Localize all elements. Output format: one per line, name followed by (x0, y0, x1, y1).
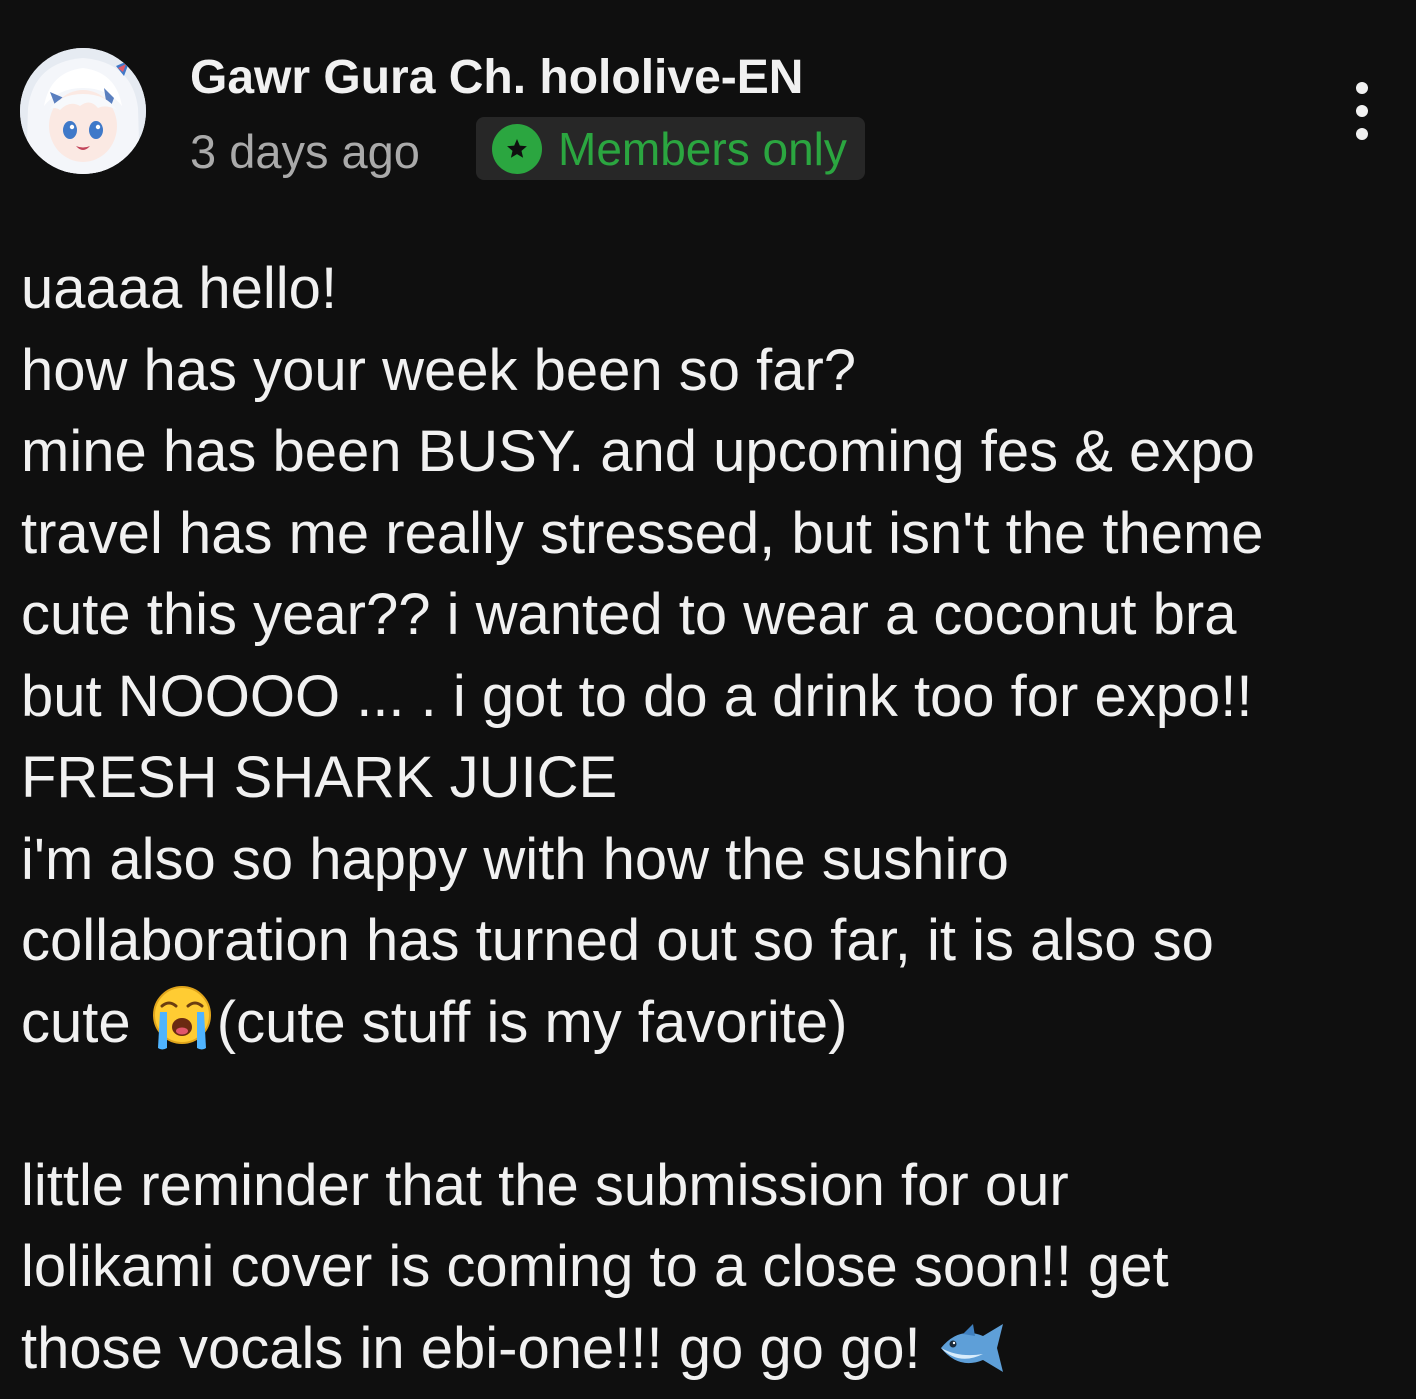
members-only-badge: Members only (476, 117, 865, 180)
more-vert-icon-dot (1356, 105, 1368, 117)
post-body-line: mine has been BUSY. and upcoming fes & e… (21, 411, 1391, 493)
star-icon (492, 124, 542, 174)
post-body-blank-line (21, 1063, 1391, 1145)
post-body-line-with-emoji: those vocals in ebi-one!!! go go go! (21, 1308, 1391, 1390)
more-vert-icon (1356, 82, 1368, 94)
post-body-line: but NOOOO ... . i got to do a drink too … (21, 656, 1391, 738)
community-post: Gawr Gura Ch. hololive-EN 3 days ago Mem… (0, 0, 1416, 1397)
loudly-crying-face-emoji (147, 982, 217, 1074)
channel-name[interactable]: Gawr Gura Ch. hololive-EN (190, 50, 803, 106)
channel-avatar[interactable] (20, 48, 146, 174)
post-body-line: FRESH SHARK JUICE (21, 737, 1391, 819)
post-body-text: those vocals in ebi-one!!! go go go! (21, 1316, 937, 1381)
post-body-line: cute this year?? i wanted to wear a coco… (21, 574, 1391, 656)
post-body-text: (cute stuff is my favorite) (217, 990, 848, 1055)
post-body-line-with-emoji: cute (cute stuff is my favorite) (21, 982, 1391, 1064)
post-body-line: uaaaa hello! (21, 248, 1391, 330)
more-options-button[interactable] (1334, 78, 1390, 144)
post-body-line: travel has me really stressed, but isn't… (21, 493, 1391, 575)
post-body-line: how has your week been so far? (21, 330, 1391, 412)
avatar-image (20, 48, 146, 174)
post-body-line: lolikami cover is coming to a close soon… (21, 1226, 1391, 1308)
more-vert-icon-dot (1356, 128, 1368, 140)
post-body: uaaaa hello! how has your week been so f… (21, 248, 1391, 1389)
post-body-text: cute (21, 990, 147, 1055)
post-body-line: i'm also so happy with how the sushiro (21, 819, 1391, 901)
post-timestamp[interactable]: 3 days ago (190, 124, 420, 180)
post-body-line: collaboration has turned out so far, it … (21, 900, 1391, 982)
post-body-line: little reminder that the submission for … (21, 1145, 1391, 1227)
members-only-label: Members only (558, 121, 847, 177)
fish-emoji (937, 1318, 1009, 1399)
